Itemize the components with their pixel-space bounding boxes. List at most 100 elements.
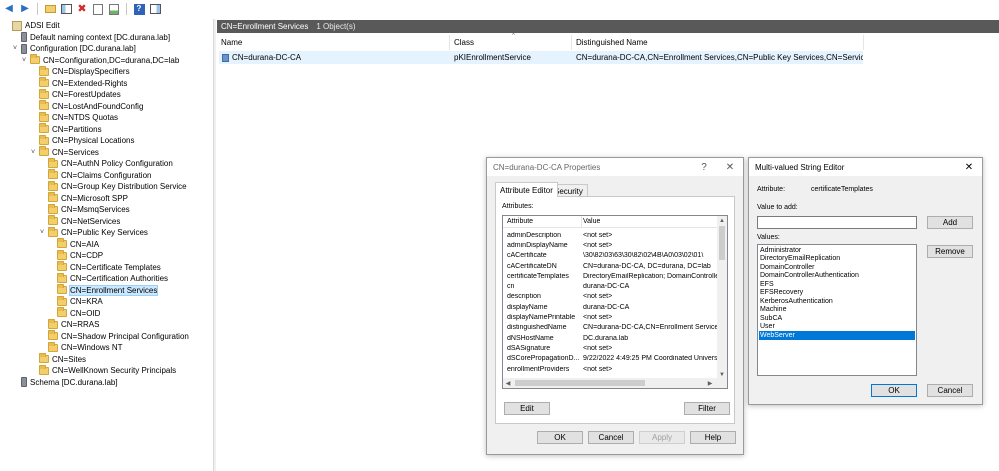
tab-attribute-editor[interactable]: Attribute Editor — [495, 182, 558, 197]
help-icon[interactable]: ? — [132, 2, 146, 16]
value-item[interactable]: Administrator — [759, 246, 915, 255]
column-header-distinguished-name[interactable]: Distinguished Name — [572, 35, 864, 50]
delete-icon[interactable]: ✖ — [75, 2, 89, 16]
export-list-icon[interactable] — [107, 2, 121, 16]
mv-cancel-button[interactable]: Cancel — [927, 384, 973, 397]
attribute-row[interactable]: description <not set> — [503, 292, 717, 302]
value-item[interactable]: DomainControllerAuthentication — [759, 272, 915, 281]
attribute-row[interactable]: certificateTemplates DirectoryEmailReplic… — [503, 271, 725, 281]
console-tree[interactable]: ADSI Edit Default naming context [DC.dura… — [0, 19, 212, 471]
chevron-down-icon[interactable]: ˅ — [11, 45, 19, 53]
tree-item[interactable]: CN=CDP — [47, 249, 103, 262]
scroll-up-icon[interactable]: ▲ — [717, 216, 727, 226]
tree-item[interactable]: CN=Shadow Principal Configuration — [38, 330, 189, 343]
scroll-left-icon[interactable]: ◀ — [503, 378, 513, 388]
value-item[interactable]: Machine — [759, 306, 915, 315]
back-icon[interactable]: ◀ — [2, 2, 16, 16]
tree-item[interactable]: Schema [DC.durana.lab] — [11, 377, 118, 389]
scroll-right-icon[interactable]: ▶ — [705, 378, 715, 388]
chevron-down-icon[interactable]: ˅ — [20, 56, 28, 64]
attribute-row[interactable]: enrollmentProviders <not set> — [503, 364, 717, 374]
close-button[interactable]: ✕ — [717, 158, 743, 176]
value-to-add-input[interactable] — [757, 216, 917, 229]
tree-item[interactable]: CN=Microsoft SPP — [38, 192, 128, 205]
remove-button[interactable]: Remove — [927, 245, 973, 258]
value-item[interactable]: WebServer — [759, 331, 915, 340]
up-folder-icon[interactable] — [43, 2, 57, 16]
tree-item[interactable]: ADSI Edit — [2, 20, 60, 32]
attributes-list[interactable]: Attribute Value adminDescription <not set… — [502, 215, 728, 389]
tree-item[interactable]: CN=Physical Locations — [29, 134, 134, 147]
horizontal-scroll-thumb[interactable] — [515, 380, 645, 386]
value-item[interactable]: EFS — [759, 280, 915, 289]
tree-item[interactable]: ˅ CN=Public Key Services — [38, 226, 148, 239]
tree-item[interactable]: CN=MsmqServices — [38, 203, 130, 216]
tree-item[interactable]: CN=NetServices — [38, 215, 120, 228]
tree-item[interactable]: CN=Windows NT — [38, 341, 123, 354]
apply-button[interactable]: Apply — [639, 431, 685, 444]
tree-item[interactable]: CN=ForestUpdates — [29, 88, 121, 101]
forward-icon[interactable]: ▶ — [18, 2, 32, 16]
values-list[interactable]: Administrator DirectoryEmailReplication Do… — [757, 244, 917, 376]
attribute-row[interactable]: dSCorePropagationD... 9/22/2022 4:49:25 P… — [503, 354, 722, 364]
tree-item[interactable]: CN=DisplaySpecifiers — [29, 65, 130, 78]
attribute-row[interactable]: dNSHostName DC.durana.lab — [503, 333, 717, 343]
tree-item[interactable]: CN=OID — [47, 307, 100, 320]
value-item[interactable]: SubCA — [759, 314, 915, 323]
attribute-row[interactable]: dSASignature <not set> — [503, 343, 717, 353]
column-header-name[interactable]: Name — [217, 35, 450, 50]
tree-item[interactable]: CN=Partitions — [29, 123, 102, 136]
mv-ok-button[interactable]: OK — [871, 384, 917, 397]
tree-item[interactable]: CN=Group Key Distribution Service — [38, 180, 187, 193]
attributes-vertical-scrollbar[interactable]: ▲ ▼ — [717, 216, 727, 380]
attribute-column-header[interactable]: Attribute — [507, 218, 533, 225]
tree-item[interactable]: ˅ Configuration [DC.durana.lab] — [11, 43, 136, 55]
tree-item[interactable]: CN=KRA — [47, 295, 103, 308]
attributes-horizontal-scrollbar[interactable]: ◀ ▶ — [503, 378, 727, 388]
show-hide-console-tree-icon[interactable] — [59, 2, 73, 16]
show-action-pane-icon[interactable] — [148, 2, 162, 16]
attribute-row[interactable]: cACertificate \30\82\03\63\30\82\02\4B\A0… — [503, 251, 717, 261]
tree-item[interactable]: CN=LostAndFoundConfig — [29, 100, 143, 113]
attribute-row[interactable]: displayNamePrintable <not set> — [503, 312, 717, 322]
tree-item[interactable]: ˅ CN=Services — [29, 146, 99, 159]
value-item[interactable]: KerberosAuthentication — [759, 297, 915, 306]
properties-icon[interactable] — [91, 2, 105, 16]
filter-button[interactable]: Filter — [684, 402, 730, 415]
tree-item[interactable]: CN=AuthN Policy Configuration — [38, 157, 173, 170]
cancel-button[interactable]: Cancel — [588, 431, 634, 444]
value-item[interactable]: DomainController — [759, 263, 915, 272]
column-header-class[interactable]: ⌃ Class — [450, 33, 572, 50]
tree-item[interactable]: CN=Claims Configuration — [38, 169, 151, 182]
tree-item[interactable]: ˅ CN=Configuration,DC=durana,DC=lab — [20, 54, 179, 67]
tree-item[interactable]: Default naming context [DC.durana.lab] — [11, 32, 170, 44]
tree-item[interactable]: CN=Sites — [29, 353, 86, 366]
scroll-thumb[interactable] — [719, 226, 725, 260]
tree-item[interactable]: CN=NTDS Quotas — [29, 111, 118, 124]
value-column-header[interactable]: Value — [583, 218, 600, 225]
tree-item[interactable]: CN=Certificate Templates — [47, 261, 161, 274]
tree-item[interactable]: CN=RRAS — [38, 318, 99, 331]
tree-item[interactable]: CN=Extended-Rights — [29, 77, 127, 90]
tree-item[interactable]: CN=AIA — [47, 238, 99, 251]
chevron-down-icon[interactable]: ˅ — [29, 148, 37, 156]
chevron-down-icon[interactable]: ˅ — [38, 229, 46, 237]
tree-item[interactable]: CN=Enrollment Services — [47, 284, 159, 297]
list-item[interactable]: CN=durana-DC-CA pKIEnrollmentService CN=… — [219, 51, 863, 64]
pane-splitter[interactable] — [213, 19, 216, 471]
ok-button[interactable]: OK — [537, 431, 583, 444]
attribute-row[interactable]: distinguishedName CN=durana-DC-CA,CN=Enro… — [503, 323, 725, 333]
attribute-row[interactable]: cn durana-DC-CA — [503, 282, 717, 292]
add-button[interactable]: Add — [927, 216, 973, 229]
tree-item[interactable]: CN=WellKnown Security Principals — [29, 364, 176, 377]
tree-item[interactable]: CN=Certification Authorities — [47, 272, 168, 285]
mv-close-button[interactable]: ✕ — [956, 158, 982, 176]
value-item[interactable]: DirectoryEmailReplication — [759, 255, 915, 264]
attribute-row[interactable]: adminDescription <not set> — [503, 230, 717, 240]
help-title-button[interactable]: ? — [691, 158, 717, 176]
attribute-row[interactable]: adminDisplayName <not set> — [503, 240, 717, 250]
value-item[interactable]: User — [759, 323, 915, 332]
edit-button[interactable]: Edit — [504, 402, 550, 415]
attribute-row[interactable]: cACertificateDN CN=durana-DC-CA, DC=duran… — [503, 261, 717, 271]
help-button[interactable]: Help — [690, 431, 736, 444]
